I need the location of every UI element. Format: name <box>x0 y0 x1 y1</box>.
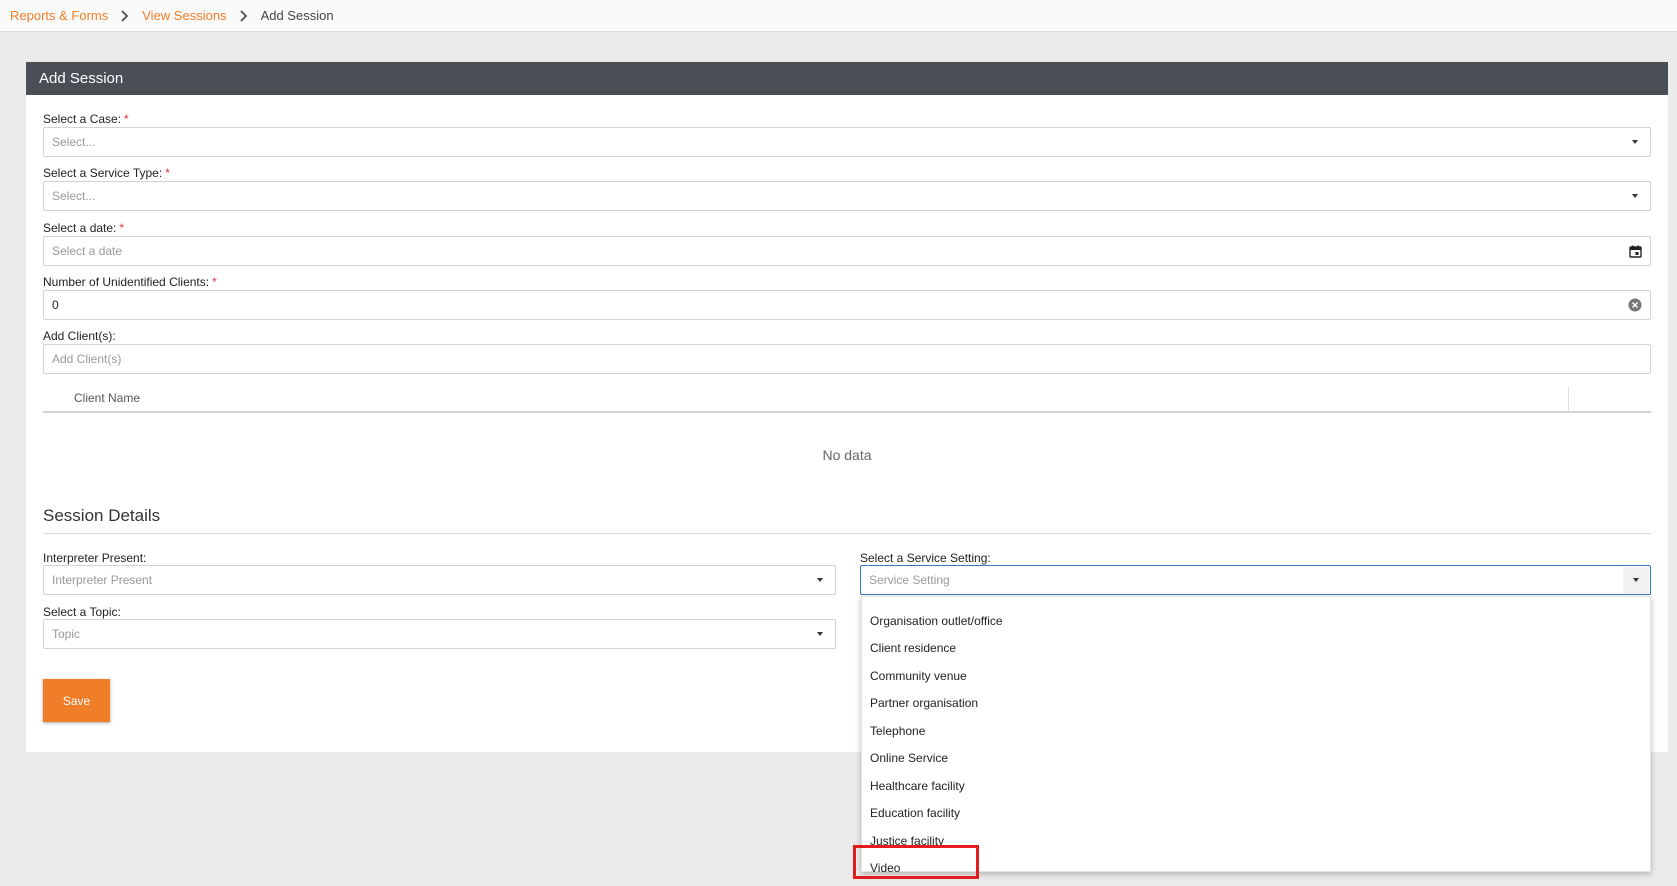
caret-down-icon <box>1628 135 1642 149</box>
option-community-venue[interactable]: Community venue <box>870 666 967 686</box>
topic-label: Select a Topic: <box>43 605 121 619</box>
date-input[interactable]: Select a date <box>43 236 1651 266</box>
caret-down-icon <box>813 573 827 587</box>
chevron-right-icon <box>239 9 249 22</box>
option-organisation-outlet[interactable]: Organisation outlet/office <box>870 611 1003 631</box>
case-placeholder: Select... <box>52 135 96 149</box>
interpreter-select[interactable]: Interpreter Present <box>43 565 836 595</box>
interpreter-placeholder: Interpreter Present <box>52 573 153 587</box>
add-clients-label: Add Client(s): <box>43 329 116 343</box>
case-label: Select a Case: * <box>43 112 129 126</box>
clients-table-header: Client Name <box>43 385 1651 413</box>
topic-select[interactable]: Topic <box>43 619 836 649</box>
service-setting-dropdown: Organisation outlet/office Client reside… <box>861 596 1651 875</box>
date-placeholder: Select a date <box>52 244 123 258</box>
date-label: Select a date: * <box>43 221 125 235</box>
option-healthcare-facility[interactable]: Healthcare facility <box>870 776 965 796</box>
caret-down-icon[interactable] <box>1623 567 1649 593</box>
service-setting-select[interactable]: Service Setting <box>860 565 1651 595</box>
chevron-right-icon <box>120 9 130 22</box>
case-select[interactable]: Select... <box>43 127 1651 157</box>
option-partner-organisation[interactable]: Partner organisation <box>870 693 978 713</box>
required-marker: * <box>119 221 125 235</box>
unidentified-clients-value: 0 <box>52 298 59 312</box>
service-setting-label: Select a Service Setting: <box>860 551 991 565</box>
topic-placeholder: Topic <box>52 627 81 641</box>
section-title: Session Details <box>43 506 161 525</box>
service-type-label: Select a Service Type: * <box>43 166 170 180</box>
add-clients-placeholder: Add Client(s) <box>52 352 122 366</box>
column-client-name[interactable]: Client Name <box>74 391 140 405</box>
add-clients-input[interactable]: Add Client(s) <box>43 344 1651 374</box>
clear-icon[interactable] <box>1628 298 1642 312</box>
highlight-annotation <box>853 845 979 879</box>
save-button[interactable]: Save <box>43 679 110 722</box>
required-marker: * <box>165 166 170 180</box>
panel-title: Add Session <box>26 62 1668 95</box>
service-setting-placeholder: Service Setting <box>869 573 950 587</box>
required-marker: * <box>212 275 217 289</box>
calendar-icon[interactable] <box>1628 244 1642 258</box>
unidentified-clients-input[interactable]: 0 <box>43 290 1651 320</box>
service-type-placeholder: Select... <box>52 189 96 203</box>
breadcrumb-reports-forms[interactable]: Reports & Forms <box>10 8 108 23</box>
option-education-facility[interactable]: Education facility <box>870 803 960 823</box>
breadcrumb-current: Add Session <box>260 8 334 23</box>
unidentified-clients-label: Number of Unidentified Clients: * <box>43 275 217 289</box>
option-client-residence[interactable]: Client residence <box>870 638 956 658</box>
service-type-select[interactable]: Select... <box>43 181 1651 211</box>
breadcrumb-view-sessions[interactable]: View Sessions <box>142 8 226 23</box>
interpreter-label: Interpreter Present: <box>43 551 147 565</box>
required-marker: * <box>124 112 129 126</box>
empty-state: No data <box>822 447 872 463</box>
option-online-service[interactable]: Online Service <box>870 748 948 768</box>
column-divider <box>1568 387 1569 411</box>
caret-down-icon <box>813 627 827 641</box>
caret-down-icon <box>1628 189 1642 203</box>
divider <box>43 533 1651 534</box>
breadcrumb: Reports & Forms View Sessions Add Sessio… <box>0 0 1677 32</box>
option-telephone[interactable]: Telephone <box>870 721 925 741</box>
